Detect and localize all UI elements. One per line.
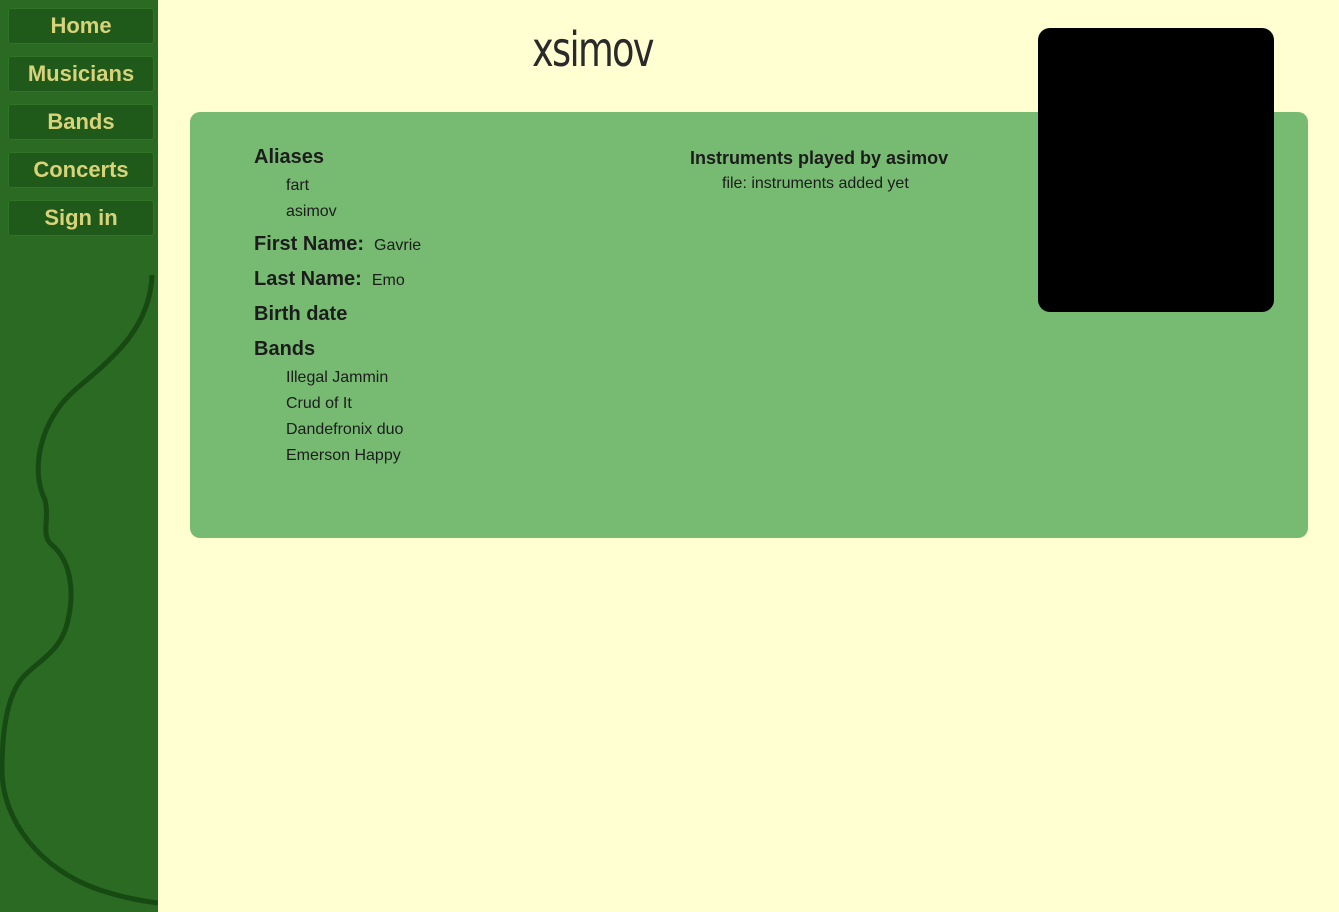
band-link[interactable]: Dandefronix duo [286,421,421,439]
instruments-title: Instruments played by asimov [690,148,949,168]
instruments-column: Instruments played by asimov file: instr… [690,148,1010,193]
instruments-file-note: file: instruments added yet [722,175,909,192]
aliases-label: Aliases [254,146,325,168]
alias-item: asimov [286,203,337,220]
nav-bands[interactable]: Bands [8,104,154,140]
musician-photo [1038,28,1274,312]
nav-sign-in[interactable]: Sign in [8,200,154,236]
first-name-label: First Name: [254,233,365,255]
main-nav: Home Musicians Bands Concerts Sign in [8,8,154,248]
page-title: xsimov [532,22,654,78]
alias-item: fart [286,177,310,194]
nav-concerts[interactable]: Concerts [8,152,154,188]
band-link[interactable]: Emerson Happy [286,447,421,465]
nav-musicians[interactable]: Musicians [8,56,154,92]
band-link[interactable]: Crud of It [286,395,421,413]
sidebar: Home Musicians Bands Concerts Sign in [0,0,158,912]
last-name-value: Emo [371,272,405,289]
birth-date-label: Birth date [254,303,348,325]
band-link[interactable]: Illegal Jammin [286,369,421,387]
last-name-label: Last Name: [254,268,362,290]
nav-home[interactable]: Home [8,8,154,44]
first-name-value: Gavrie [374,237,422,254]
bands-label: Bands [254,338,316,360]
details-column: Aliases fart asimov First Name: Gavrie La… [254,146,421,465]
